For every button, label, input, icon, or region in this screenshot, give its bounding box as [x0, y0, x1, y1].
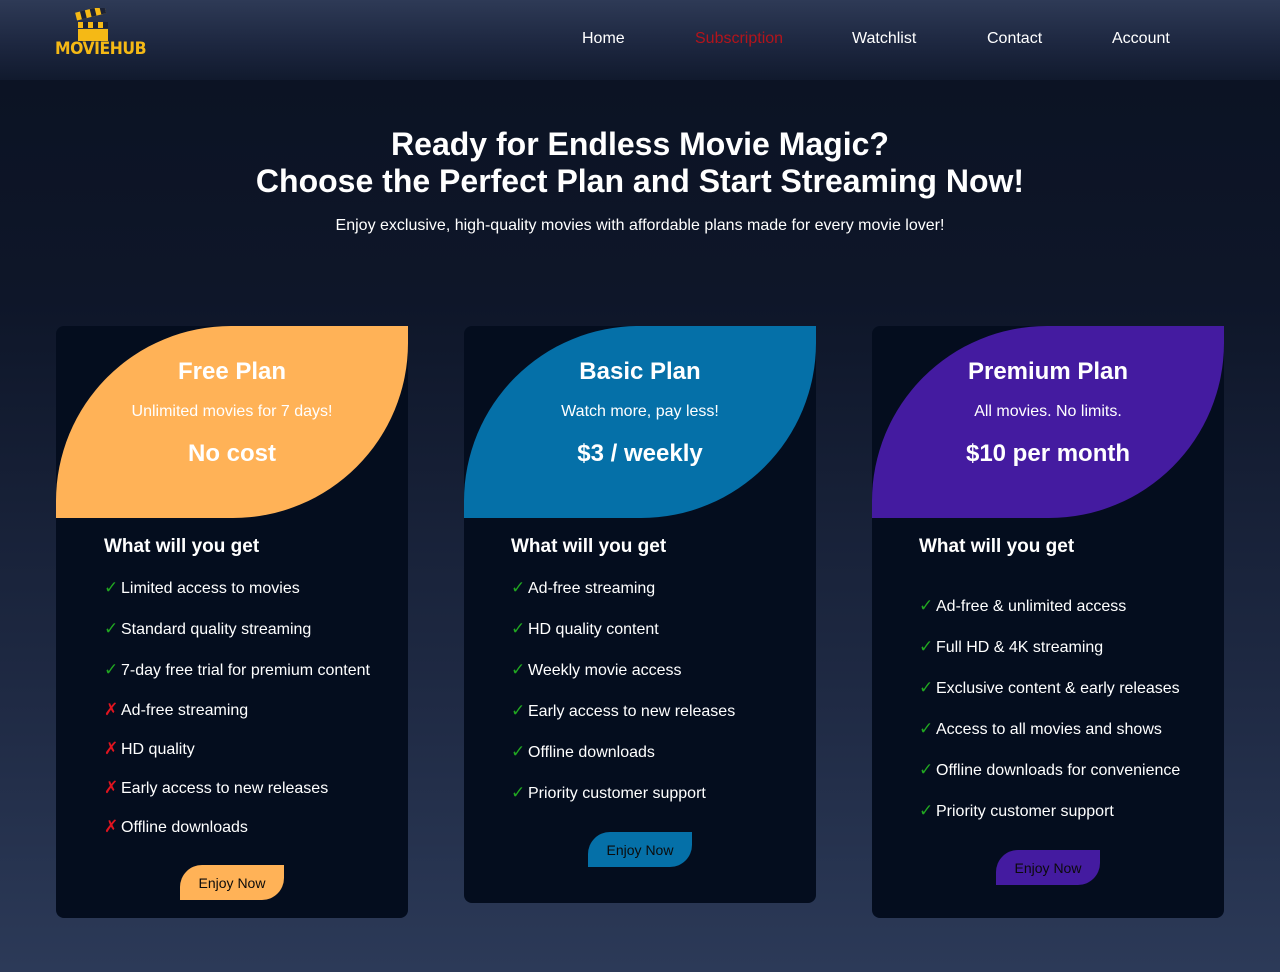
feature-item: ✓ HD quality content — [511, 619, 735, 660]
features-heading: What will you get — [104, 536, 260, 557]
check-icon: ✓ — [104, 578, 119, 597]
check-icon: ✓ — [919, 596, 934, 615]
feature-item: ✓ Access to all movies and shows — [919, 719, 1180, 760]
plan-name: Basic Plan — [579, 358, 701, 385]
enjoy-now-button-basic[interactable]: Enjoy Now — [588, 832, 692, 867]
feature-item: ✗ Offline downloads — [104, 817, 370, 856]
features-heading: What will you get — [511, 536, 667, 557]
feature-item: ✗ Early access to new releases — [104, 778, 370, 817]
plan-price: $3 / weekly — [577, 440, 703, 467]
check-icon: ✓ — [919, 678, 934, 697]
feature-list: ✓ Limited access to movies ✓ Standard qual… — [104, 578, 370, 856]
feature-text: Exclusive content & early releases — [936, 680, 1180, 697]
plan-tagline: Watch more, pay less! — [561, 403, 719, 420]
feature-item: ✓ Ad-free streaming — [511, 578, 735, 619]
feature-text: HD quality — [121, 741, 195, 758]
feature-item: ✓ Limited access to movies — [104, 578, 370, 619]
plan-name: Free Plan — [177, 358, 287, 385]
feature-text: Offline downloads for convenience — [936, 762, 1181, 779]
feature-text: 7-day free trial for premium content — [121, 662, 370, 679]
plan-tagline: Unlimited movies for 7 days! — [131, 403, 333, 420]
plan-price: No cost — [187, 440, 276, 467]
check-icon: ✓ — [511, 660, 526, 679]
feature-list: ✓ Ad-free & unlimited access ✓ Full HD & 4… — [919, 596, 1180, 842]
plan-card-premium: Premium Plan All movies. No limits. $10 … — [872, 326, 1224, 918]
feature-item: ✗ HD quality — [104, 739, 370, 778]
check-icon: ✓ — [919, 760, 934, 779]
feature-item: ✓ 7-day free trial for premium content — [104, 660, 370, 700]
feature-text: Ad-free streaming — [121, 702, 249, 719]
feature-text: Access to all movies and shows — [936, 721, 1162, 738]
plan-name: Premium Plan — [967, 358, 1129, 385]
feature-text: Ad-free streaming — [528, 580, 656, 597]
check-icon: ✓ — [511, 783, 526, 802]
enjoy-now-button-premium[interactable]: Enjoy Now — [996, 850, 1100, 885]
plan-card-header: Basic Plan Watch more, pay less! $3 / we… — [464, 326, 816, 518]
check-icon: ✓ — [511, 619, 526, 638]
nav-subscription[interactable]: Subscription — [695, 30, 783, 48]
feature-item: ✓ Offline downloads for convenience — [919, 760, 1180, 801]
feature-item: ✓ Standard quality streaming — [104, 619, 370, 660]
plan-card-header: Premium Plan All movies. No limits. $10 … — [872, 326, 1224, 518]
moviehub-logo[interactable]: MOVIEHUB — [55, 8, 147, 64]
nav-contact[interactable]: Contact — [987, 30, 1042, 48]
check-icon: ✓ — [104, 619, 119, 638]
feature-item: ✓ Priority customer support — [919, 801, 1180, 842]
enjoy-now-button-free[interactable]: Enjoy Now — [180, 865, 284, 900]
check-icon: ✓ — [919, 801, 934, 820]
plan-card-free: Free Plan Unlimited movies for 7 days! N… — [56, 326, 408, 918]
feature-item: ✓ Early access to new releases — [511, 701, 735, 742]
feature-text: Weekly movie access — [528, 662, 682, 679]
feature-list: ✓ Ad-free streaming ✓ HD quality content ✓… — [511, 578, 735, 824]
feature-item: ✓ Full HD & 4K streaming — [919, 637, 1180, 678]
feature-item: ✓ Offline downloads — [511, 742, 735, 783]
nav-home[interactable]: Home — [582, 30, 625, 48]
top-navigation-bar: MOVIEHUB Home Subscription Watchlist Con… — [0, 0, 1280, 80]
plan-card-basic: Basic Plan Watch more, pay less! $3 / we… — [464, 326, 816, 903]
feature-item: ✓ Exclusive content & early releases — [919, 678, 1180, 719]
page-subtitle: Enjoy exclusive, high-quality movies wit… — [335, 217, 945, 234]
features-heading: What will you get — [919, 536, 1075, 557]
check-icon: ✓ — [511, 742, 526, 761]
page-title-line-1: Ready for Endless Movie Magic? — [391, 126, 889, 162]
check-icon: ✓ — [919, 719, 934, 738]
check-icon: ✓ — [919, 637, 934, 656]
cross-icon: ✗ — [104, 739, 119, 758]
feature-text: HD quality content — [528, 621, 659, 638]
check-icon: ✓ — [104, 660, 119, 679]
plan-tagline: All movies. No limits. — [974, 403, 1122, 420]
feature-text: Ad-free & unlimited access — [936, 598, 1127, 615]
feature-text: Standard quality streaming — [121, 621, 312, 638]
feature-item: ✓ Ad-free & unlimited access — [919, 596, 1180, 637]
feature-text: Early access to new releases — [121, 780, 329, 797]
cross-icon: ✗ — [104, 817, 119, 836]
feature-text: Full HD & 4K streaming — [936, 639, 1104, 656]
nav-watchlist[interactable]: Watchlist — [852, 30, 916, 48]
cross-icon: ✗ — [104, 700, 119, 719]
page-title: Ready for Endless Movie Magic? Choose th… — [0, 126, 1280, 200]
check-icon: ✓ — [511, 578, 526, 597]
page-title-line-2: Choose the Perfect Plan and Start Stream… — [255, 163, 1025, 199]
feature-item: ✗ Ad-free streaming — [104, 700, 370, 739]
feature-text: Priority customer support — [528, 785, 706, 802]
nav-account[interactable]: Account — [1112, 30, 1170, 48]
cross-icon: ✗ — [104, 778, 119, 797]
feature-item: ✓ Priority customer support — [511, 783, 735, 824]
feature-text: Limited access to movies — [121, 580, 300, 597]
plan-card-header: Free Plan Unlimited movies for 7 days! N… — [56, 326, 408, 518]
brand-name: MOVIEHUB — [55, 39, 147, 59]
feature-text: Early access to new releases — [528, 703, 736, 720]
feature-item: ✓ Weekly movie access — [511, 660, 735, 701]
check-icon: ✓ — [511, 701, 526, 720]
feature-text: Priority customer support — [936, 803, 1114, 820]
feature-text: Offline downloads — [121, 819, 248, 836]
plan-price: $10 per month — [965, 440, 1131, 467]
clapperboard-icon — [75, 8, 108, 41]
feature-text: Offline downloads — [528, 744, 655, 761]
